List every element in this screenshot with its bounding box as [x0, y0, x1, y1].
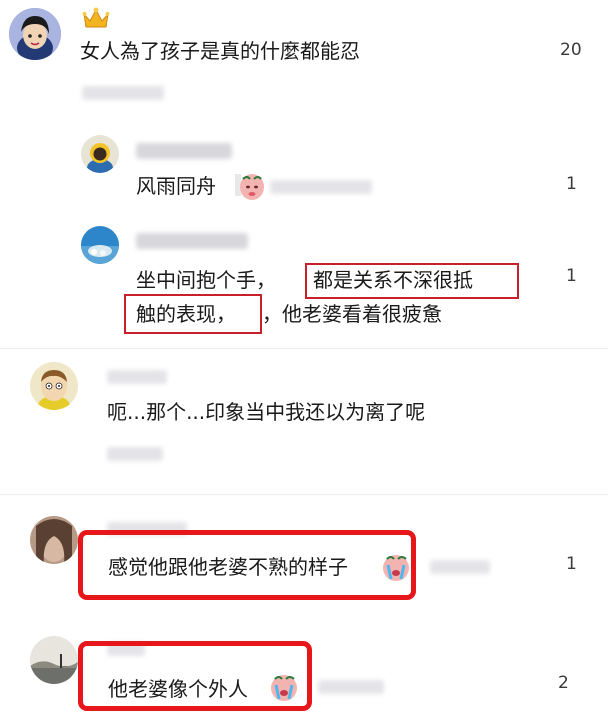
avatar[interactable]: [30, 636, 78, 684]
pink-face-sticker-icon: [233, 170, 265, 202]
blurred-meta: [82, 86, 164, 100]
blurred-meta: [318, 680, 384, 694]
avatar[interactable]: [81, 135, 119, 173]
like-count[interactable]: 1: [566, 554, 577, 574]
like-count[interactable]: 20: [560, 40, 582, 60]
comment-text: 他老婆像个外人: [108, 677, 248, 701]
blurred-username: [107, 370, 167, 384]
like-count[interactable]: 1: [566, 174, 577, 194]
divider: [0, 348, 608, 349]
like-count[interactable]: 2: [558, 673, 569, 693]
comment-text-highlighted: 都是关系不深很抵: [313, 268, 473, 292]
blurred-username: [136, 233, 248, 249]
comment-text: 呃...那个...印象当中我还以为离了呢: [107, 400, 426, 424]
crying-face-sticker-icon: [268, 669, 300, 703]
comment-text: 女人為了孩子是真的什麼都能忍: [80, 39, 360, 63]
avatar[interactable]: [30, 362, 78, 410]
crown-icon: [82, 6, 110, 30]
comment-text-highlighted: 触的表现，: [136, 302, 236, 326]
avatar[interactable]: [81, 226, 119, 264]
comment-text: 感觉他跟他老婆不熟的样子: [108, 555, 348, 579]
avatar[interactable]: [30, 516, 78, 564]
comment-text: 风雨同舟: [136, 174, 216, 198]
comment-text: 坐中间抱个手，: [136, 268, 276, 292]
divider: [0, 494, 608, 495]
blurred-meta: [107, 447, 163, 461]
avatar[interactable]: [9, 8, 61, 60]
crying-face-sticker-icon: [380, 549, 412, 583]
comment-text: ，他老婆看着很疲惫: [262, 302, 442, 326]
blurred-meta: [430, 560, 490, 574]
blurred-username: [136, 143, 232, 159]
blurred-meta: [270, 180, 372, 194]
like-count[interactable]: 1: [566, 266, 577, 286]
